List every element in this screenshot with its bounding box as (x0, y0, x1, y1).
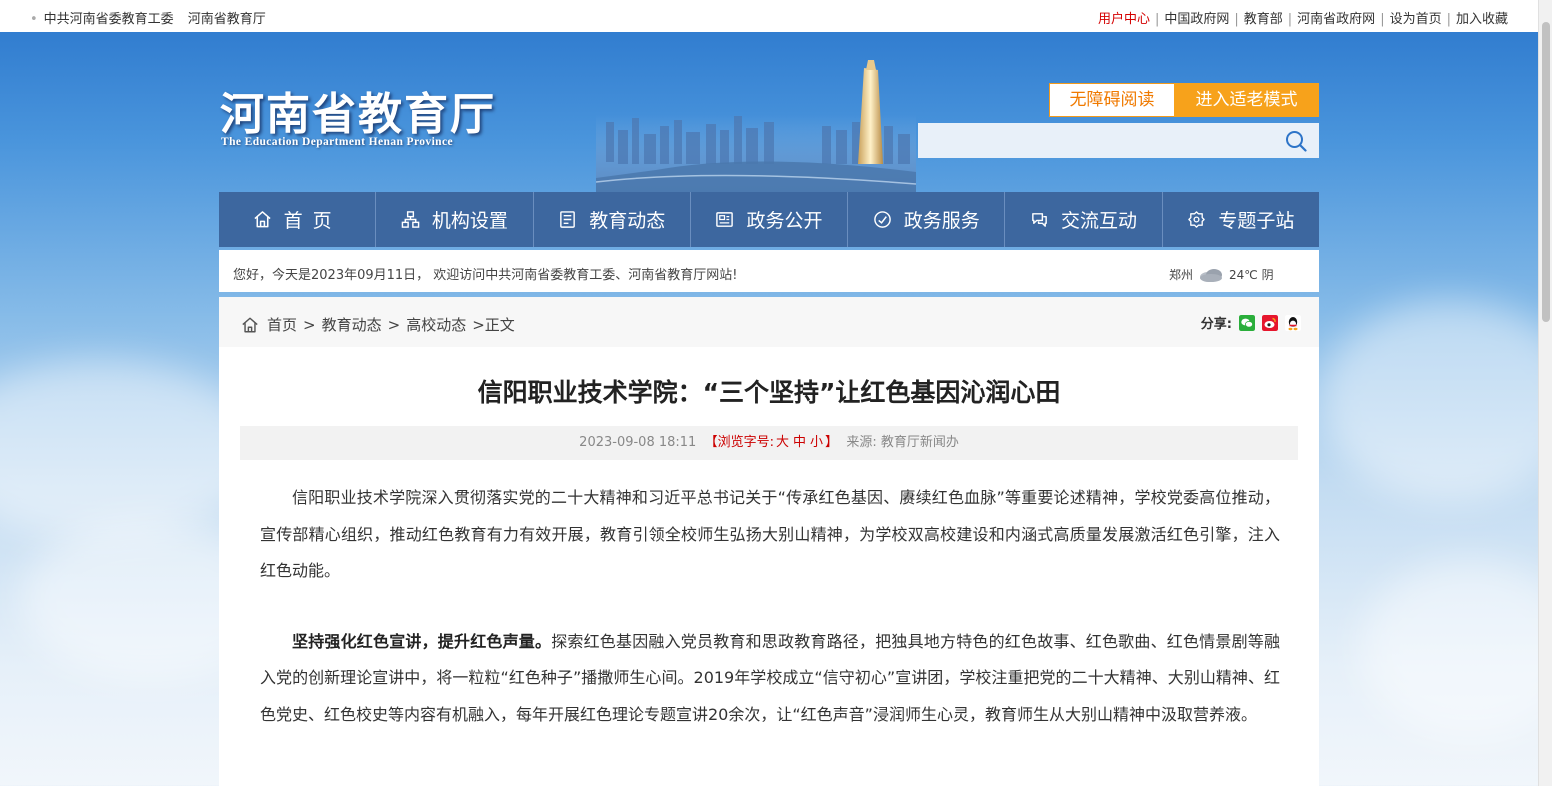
nav-item-organization[interactable]: 机构设置 (376, 192, 534, 247)
main-nav: 首页 机构设置 教育动态 政务公开 政务服务 交流互动 专题子站 (219, 192, 1319, 247)
service-icon (873, 211, 891, 228)
city-skyline-image (596, 60, 916, 192)
search-input[interactable] (918, 123, 1268, 158)
breadcrumb-current: 正文 (484, 316, 515, 334)
weather-city: 郑州 (1169, 268, 1194, 282)
top-bar-right: 用户中心 | 中国政府网 | 教育部 | 河南省政府网 | 设为首页 | 加入收藏 (1097, 12, 1508, 27)
article-panel: 首页 > 教育动态 > 高校动态 > 正文 分享: 信阳职业技术学院：“三个坚持… (219, 297, 1319, 786)
news-icon (560, 211, 576, 228)
weather-condition: 阴 (1261, 268, 1274, 282)
breadcrumb-home[interactable]: 首页 (267, 314, 297, 335)
article-paragraph: 信阳职业技术学院深入贯彻落实党的二十大精神和习近平总书记关于“传承红色基因、赓续… (260, 488, 1280, 580)
weibo-share-icon[interactable] (1262, 314, 1278, 331)
font-size-suffix: 】 (825, 435, 839, 450)
home-icon (254, 211, 271, 228)
gov-cn-link[interactable]: 中国政府网 (1164, 12, 1229, 27)
site-logo-subtitle: The Education Department Henan Province (221, 136, 453, 148)
nav-item-gov-services[interactable]: 政务服务 (848, 192, 1006, 247)
font-size-prefix: 【浏览字号: (704, 435, 774, 450)
background-cloud (1360, 560, 1552, 740)
font-size-medium-button[interactable]: 中 (793, 435, 806, 450)
breadcrumb-education-news[interactable]: 教育动态 (322, 314, 382, 335)
add-favorite-link[interactable]: 加入收藏 (1456, 12, 1508, 27)
site-logo-title[interactable]: 河南省教育厅 (220, 78, 496, 142)
bullet-icon: • (30, 12, 38, 27)
nav-label: 交流互动 (1061, 210, 1138, 232)
chat-icon (1032, 213, 1047, 227)
nav-item-gov-affairs-open[interactable]: 政务公开 (691, 192, 849, 247)
nav-label: 首页 (283, 210, 342, 232)
user-center-link[interactable]: 用户中心 (1098, 12, 1150, 27)
nav-item-education-news[interactable]: 教育动态 (534, 192, 691, 247)
top-bar: • 中共河南省委教育工委 河南省教育厅 用户中心 | 中国政府网 | 教育部 | 河南省政府网 |… (0, 0, 1538, 32)
qq-share-icon[interactable] (1285, 314, 1301, 331)
article-title: 信阳职业技术学院：“三个坚持”让红色基因沁润心田 (477, 378, 1061, 407)
top-link-party-committee[interactable]: 中共河南省委教育工委 (44, 12, 174, 27)
nav-label: 机构设置 (431, 210, 508, 232)
scrollbar-thumb[interactable] (1542, 22, 1550, 322)
top-bar-left: • 中共河南省委教育工委 河南省教育厅 (30, 8, 280, 27)
welcome-message: 您好，今天是2023年09月11日， 欢迎访问中共河南省委教育工委、河南省教育厅… (233, 268, 738, 283)
article-paragraph: 坚持强化红色宣讲，提升红色声量。探索红色基因融入党员教育和思政教育路径，把独具地… (260, 624, 1280, 734)
wechat-share-icon[interactable] (1239, 314, 1255, 331)
share-label: 分享: (1200, 317, 1232, 332)
welcome-bar: 您好，今天是2023年09月11日， 欢迎访问中共河南省委教育工委、河南省教育厅… (219, 250, 1319, 292)
set-homepage-link[interactable]: 设为首页 (1390, 12, 1442, 27)
org-icon (401, 211, 420, 228)
nav-item-special-topics[interactable]: 专题子站 (1163, 192, 1319, 247)
nav-label: 政务服务 (903, 210, 980, 232)
weather-widget: 郑州 24℃ 阴 (1169, 266, 1274, 283)
breadcrumb-university-news[interactable]: 高校动态 (406, 314, 466, 335)
breadcrumb-bar: 首页 > 教育动态 > 高校动态 > 正文 分享: (219, 297, 1319, 347)
article-meta: 2023-09-08 18:11 【浏览字号: 大中小】 来源: 教育厅新闻办 (240, 426, 1298, 460)
search-icon[interactable] (1285, 130, 1307, 152)
breadcrumb: 首页 > 教育动态 > 高校动态 > 正文 (241, 314, 515, 335)
article-body: 信阳职业技术学院深入贯彻落实党的二十大精神和习近平总书记关于“传承红色基因、赓续… (260, 480, 1280, 733)
accessibility-reading-button[interactable]: 无障碍阅读 (1049, 83, 1175, 117)
moe-link[interactable]: 教育部 (1244, 12, 1283, 27)
font-size-small-button[interactable]: 小 (810, 435, 823, 450)
gov-icon (716, 212, 734, 227)
share-bar: 分享: (1201, 313, 1301, 332)
paragraph-heading: 坚持强化红色宣讲，提升红色声量。 (292, 631, 552, 651)
nav-label: 教育动态 (589, 210, 666, 232)
elder-mode-button[interactable]: 进入适老模式 (1174, 83, 1319, 117)
nav-item-home[interactable]: 首页 (219, 192, 377, 247)
home-icon (242, 317, 258, 332)
cloudy-icon (1200, 268, 1223, 282)
article-source: 来源: 教育厅新闻办 (846, 435, 959, 450)
henan-gov-link[interactable]: 河南省政府网 (1297, 12, 1375, 27)
nav-item-interaction[interactable]: 交流互动 (1005, 192, 1163, 247)
publish-date: 2023-09-08 18:11 (579, 435, 697, 450)
weather-temperature: 24℃ (1229, 267, 1258, 282)
page-scrollbar[interactable] (1538, 0, 1552, 786)
search-box (918, 123, 1319, 158)
background-cloud (1320, 300, 1552, 500)
nav-label: 政务公开 (746, 210, 823, 232)
font-size-large-button[interactable]: 大 (776, 435, 789, 450)
top-link-education-dept[interactable]: 河南省教育厅 (188, 12, 266, 27)
nav-label: 专题子站 (1218, 210, 1295, 232)
topic-icon (1188, 211, 1206, 228)
